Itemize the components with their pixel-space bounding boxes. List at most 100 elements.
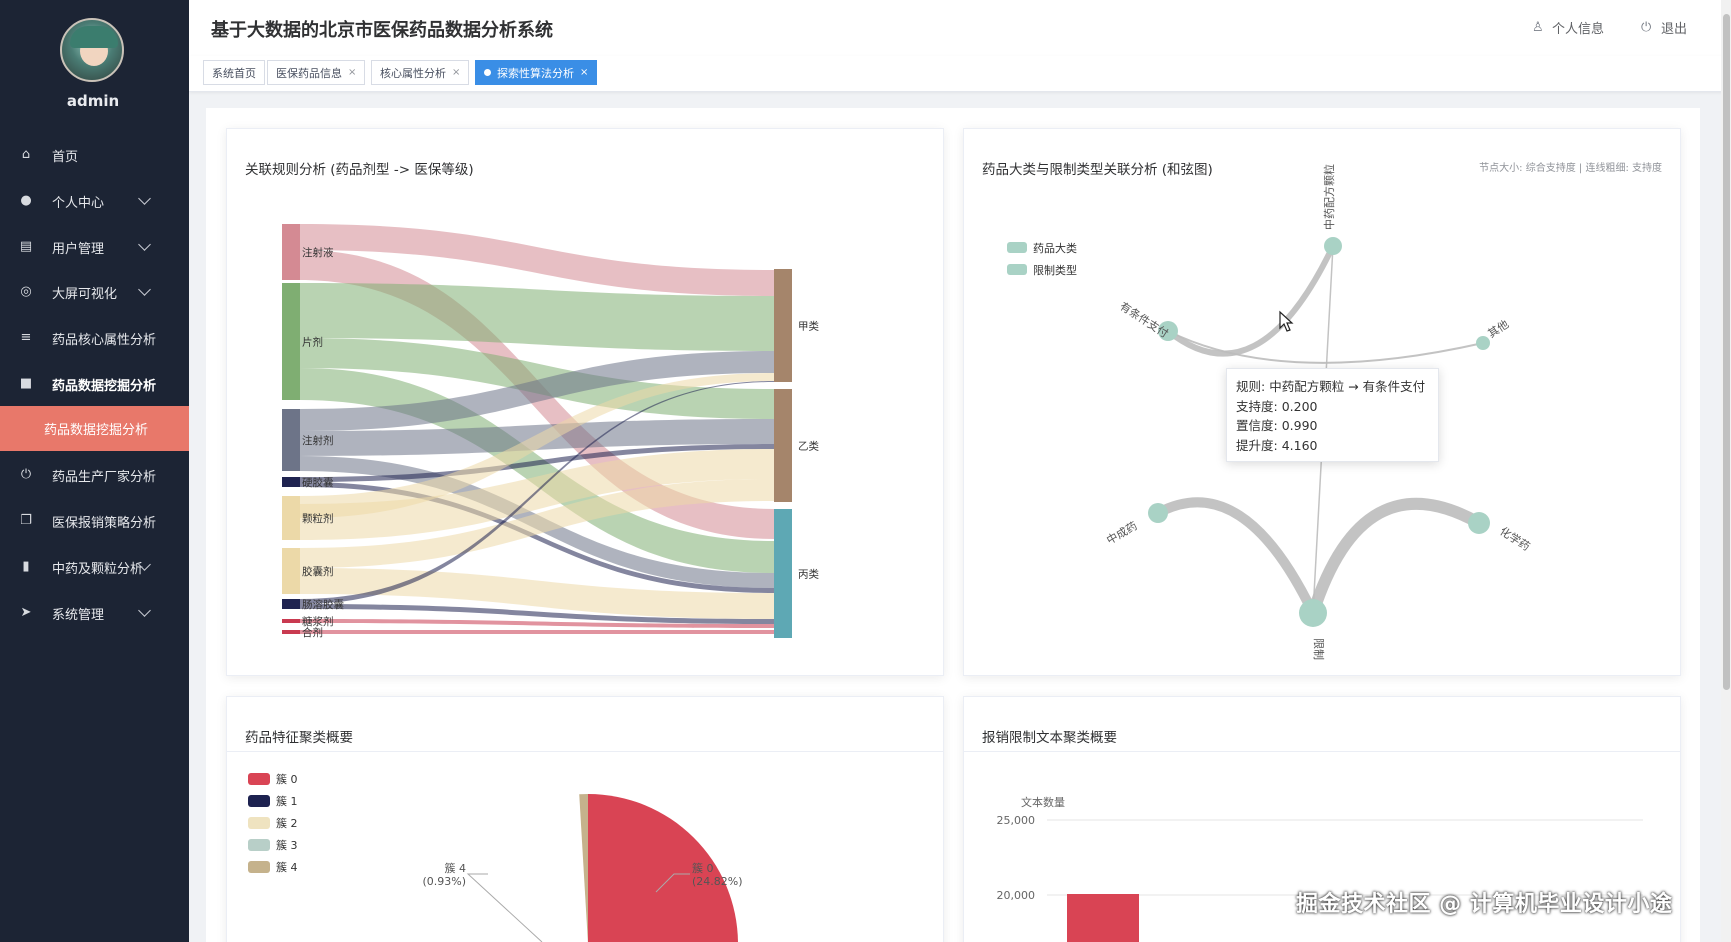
chord-link <box>1167 330 1484 364</box>
scrollbar-thumb[interactable] <box>1723 14 1730 690</box>
y-axis-title: 文本数量 <box>1021 795 1065 809</box>
sidebar: admin ⌂ 首页 ● 个人中心 ▤ 用户管理 ◎ 大屏可视化 ≡ 药品核心属… <box>0 0 189 942</box>
sankey-node <box>774 389 792 502</box>
sidebar-item-data-mining[interactable]: ■ 药品数据挖掘分析 <box>0 364 189 404</box>
list-icon: ≡ <box>20 330 32 345</box>
logout-link[interactable]: ⏻ 退出 <box>1641 18 1687 37</box>
close-icon[interactable]: × <box>452 67 460 78</box>
sankey-node <box>282 224 300 280</box>
chord-link <box>1165 243 1336 357</box>
briefcase-icon: ■ <box>19 376 33 391</box>
active-dot-icon <box>484 69 491 76</box>
avatar[interactable] <box>60 18 124 82</box>
legend-swatch <box>1007 264 1027 275</box>
chord-node <box>1299 599 1327 627</box>
chord-node <box>1324 237 1342 255</box>
sidebar-item-user-management[interactable]: ▤ 用户管理 <box>0 227 189 267</box>
sankey-link <box>300 630 774 634</box>
monitor-icon: ◎ <box>20 284 32 299</box>
sidebar-subitem-label: 药品数据挖掘分析 <box>44 423 149 438</box>
chord-node-label: 限制 <box>1312 638 1325 660</box>
chord-link <box>1307 497 1485 619</box>
sidebar-item-tcm-granules[interactable]: ▮ 中药及颗粒分析 <box>0 547 189 587</box>
tooltip-confidence: 置信度: 0.990 <box>1236 418 1318 433</box>
sankey-node-label: 甲类 <box>798 320 819 333</box>
legend-swatch <box>1007 242 1027 253</box>
legend-label: 限制类型 <box>1033 263 1077 277</box>
chord-node-label: 化学药 <box>1497 524 1532 554</box>
sankey-node-label: 注射剂 <box>302 434 334 447</box>
chevron-down-icon <box>138 604 151 617</box>
sidebar-item-label: 首页 <box>52 149 79 165</box>
tab-exploratory-analysis[interactable]: 探索性算法分析 × <box>475 60 598 85</box>
sidebar-item-core-attributes[interactable]: ≡ 药品核心属性分析 <box>0 318 189 358</box>
pie-label-name: 簇 4 <box>445 861 467 875</box>
sankey-node-label: 颗粒剂 <box>302 512 334 525</box>
tooltip-rule: 规则: 中药配方颗粒 → 有条件支付 <box>1236 379 1426 394</box>
close-icon[interactable]: × <box>348 67 356 78</box>
chord-node <box>1468 512 1490 534</box>
sidebar-item-label: 医保报销策略分析 <box>52 515 157 531</box>
tab-home[interactable]: 系统首页 <box>203 60 265 85</box>
sidebar-subitem-data-mining[interactable]: 药品数据挖掘分析 <box>0 406 189 451</box>
sidebar-item-manufacturer[interactable]: ⏻ 药品生产厂家分析 <box>0 455 189 495</box>
sidebar-item-label: 药品核心属性分析 <box>52 332 157 348</box>
profile-link[interactable]: ♙ 个人信息 <box>1532 18 1604 37</box>
close-icon[interactable]: × <box>580 67 588 78</box>
chord-node-label: 中成药 <box>1104 519 1139 547</box>
sankey-node <box>774 509 792 638</box>
chevron-down-icon <box>138 192 151 205</box>
tooltip-lift: 提升度: 4.160 <box>1236 437 1318 453</box>
sankey-node <box>282 630 300 634</box>
user-icon: ♙ <box>1532 19 1544 35</box>
tooltip-support: 支持度: 0.200 <box>1236 398 1318 414</box>
bar-chart-icon: ▮ <box>22 559 30 574</box>
sidebar-item-label: 中药及颗粒分析 <box>52 561 144 577</box>
pie-label-pct: (0.93%) <box>422 875 466 888</box>
sankey-node <box>282 477 300 487</box>
cluster-pie-chart[interactable]: 簇 0簇 1簇 2簇 3簇 4 簇 4(0.93%)簇 0(24.82%) <box>226 696 944 942</box>
legend-label: 簇 2 <box>276 816 298 830</box>
sidebar-item-label: 大屏可视化 <box>52 286 118 302</box>
chevron-down-icon <box>138 283 151 296</box>
page-title: 基于大数据的北京市医保药品数据分析系统 <box>211 20 553 41</box>
sankey-node-label: 乙类 <box>798 440 819 453</box>
sidebar-item-home[interactable]: ⌂ 首页 <box>0 135 189 175</box>
chord-link <box>1153 497 1318 618</box>
sankey-node <box>282 409 300 471</box>
sankey-node <box>282 619 300 623</box>
legend-swatch <box>248 795 270 807</box>
clipboard-icon: ▤ <box>19 239 33 254</box>
sidebar-item-big-screen[interactable]: ◎ 大屏可视化 <box>0 272 189 312</box>
tab-label: 核心属性分析 <box>380 66 446 80</box>
pie-slice <box>588 794 738 942</box>
sankey-node <box>774 269 792 382</box>
sankey-node <box>282 496 300 540</box>
legend-label: 簇 3 <box>276 838 298 852</box>
sidebar-item-system[interactable]: ➤ 系统管理 <box>0 593 189 633</box>
sankey-node-label: 片剂 <box>302 336 323 349</box>
pie-label-line <box>466 873 543 942</box>
copy-icon: ❐ <box>20 513 32 528</box>
chord-node <box>1476 336 1490 350</box>
chord-node-label: 有条件支付 <box>1117 299 1171 341</box>
tab-label: 医保药品信息 <box>276 66 342 80</box>
sankey-node <box>282 283 300 400</box>
power-icon: ⏻ <box>1641 19 1652 35</box>
legend-swatch <box>248 773 270 785</box>
legend-swatch <box>248 839 270 851</box>
sidebar-item-reimbursement[interactable]: ❐ 医保报销策略分析 <box>0 501 189 541</box>
pie-label-name: 簇 0 <box>692 861 714 875</box>
tab-core-attributes[interactable]: 核心属性分析 × <box>371 60 470 85</box>
sidebar-item-personal-center[interactable]: ● 个人中心 <box>0 181 189 221</box>
chord-node-label: 中药配方颗粒 <box>1322 164 1336 230</box>
chevron-down-icon <box>138 238 151 251</box>
legend-label: 簇 1 <box>276 794 298 808</box>
y-tick-label: 20,000 <box>997 889 1036 902</box>
sankey-chart[interactable]: 注射液片剂注射剂硬胶囊颗粒剂胶囊剂肠溶胶囊糖浆剂合剂甲类乙类丙类 <box>226 128 944 676</box>
sankey-node <box>282 548 300 594</box>
sankey-node-label: 硬胶囊 <box>302 476 334 489</box>
tab-drug-info[interactable]: 医保药品信息 × <box>267 60 366 85</box>
user-icon: ● <box>20 193 32 208</box>
top-header: 基于大数据的北京市医保药品数据分析系统 ♙ 个人信息 ⏻ 退出 <box>189 0 1731 56</box>
